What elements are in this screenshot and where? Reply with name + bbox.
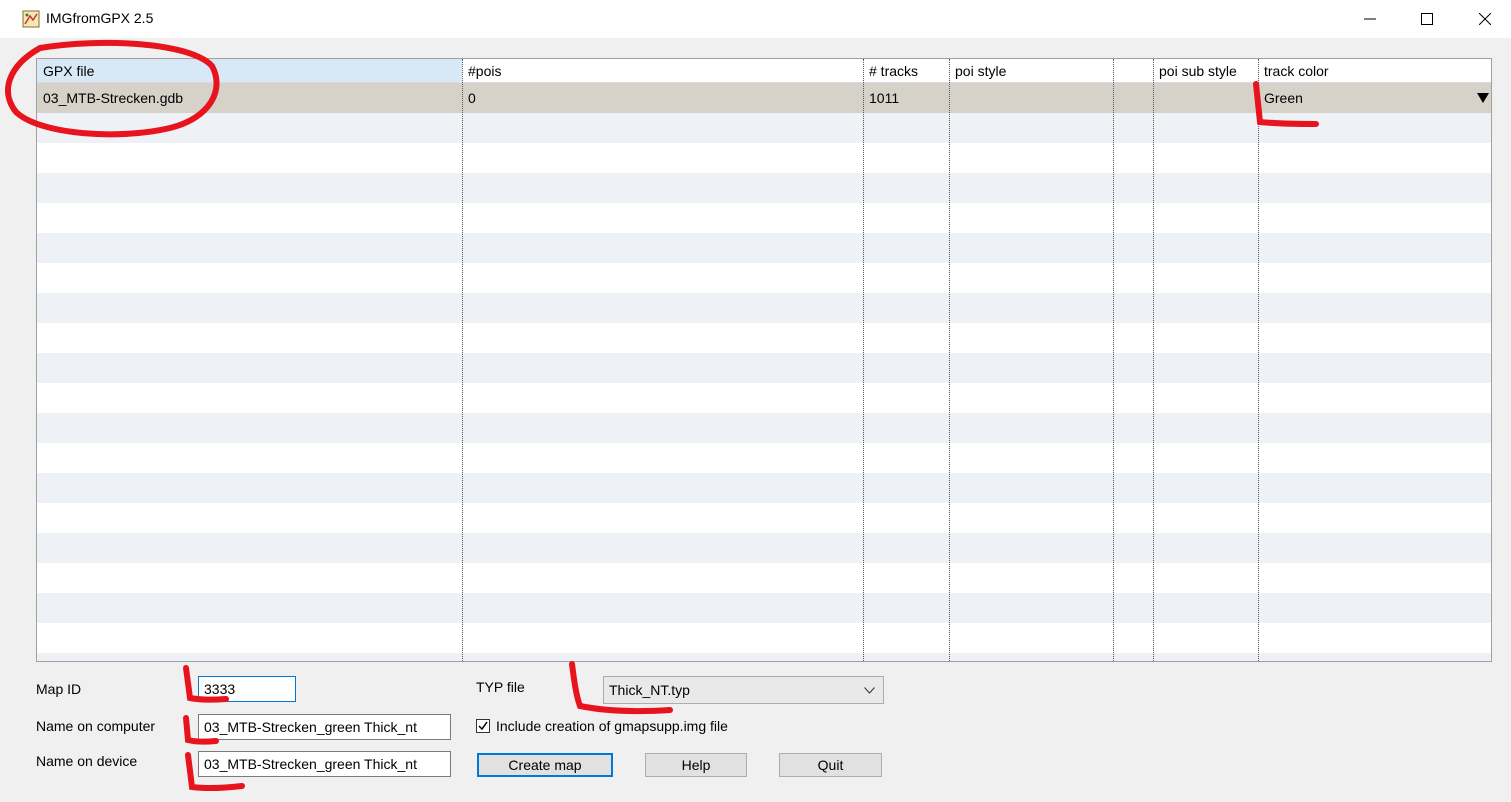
empty-row — [37, 263, 1491, 293]
name-on-device-input[interactable]: 03_MTB-Strecken_green Thick_nt — [198, 751, 451, 777]
column-separator — [863, 59, 864, 661]
empty-row — [37, 593, 1491, 623]
empty-row — [37, 173, 1491, 203]
column-separator — [1113, 59, 1114, 661]
empty-row — [37, 623, 1491, 653]
empty-row — [37, 413, 1491, 443]
empty-row — [37, 503, 1491, 533]
window-title: IMGfromGPX 2.5 — [46, 10, 154, 26]
checkmark-icon — [478, 721, 488, 731]
quit-button[interactable]: Quit — [779, 753, 882, 777]
app-icon — [22, 10, 40, 28]
cell-poi-sub-style[interactable] — [1153, 83, 1258, 113]
column-separator — [1258, 59, 1259, 661]
cell-track-color[interactable]: Green — [1258, 83, 1458, 113]
typ-file-value: Thick_NT.typ — [609, 682, 690, 698]
column-header-poi-style[interactable]: poi style — [949, 59, 1113, 83]
column-header-tracks[interactable]: # tracks — [863, 59, 949, 83]
gpx-file-grid[interactable]: GPX file #pois # tracks poi style poi su… — [36, 58, 1492, 662]
empty-row — [37, 353, 1491, 383]
close-icon — [1479, 13, 1491, 25]
include-gmapsupp-label[interactable]: Include creation of gmapsupp.img file — [496, 718, 728, 734]
maximize-button[interactable] — [1398, 0, 1456, 38]
empty-row — [37, 563, 1491, 593]
cell-poi-style[interactable] — [949, 83, 1113, 113]
column-header-pois[interactable]: #pois — [462, 59, 863, 83]
typ-file-select[interactable]: Thick_NT.typ — [603, 676, 884, 704]
title-bar: IMGfromGPX 2.5 — [0, 0, 1511, 38]
map-id-label: Map ID — [36, 681, 82, 697]
empty-row — [37, 533, 1491, 563]
close-button[interactable] — [1456, 0, 1511, 38]
typ-file-label: TYP file — [476, 679, 525, 695]
create-map-button[interactable]: Create map — [477, 753, 613, 777]
empty-row — [37, 473, 1491, 503]
empty-row — [37, 323, 1491, 353]
cell-pois[interactable]: 0 — [462, 83, 863, 113]
dropdown-arrow-icon[interactable] — [1477, 93, 1489, 103]
empty-row — [37, 113, 1491, 143]
table-row[interactable]: 03_MTB-Strecken.gdb 0 1011 Green — [37, 83, 1491, 113]
minimize-icon — [1364, 18, 1376, 20]
column-separator — [1153, 59, 1154, 661]
empty-row — [37, 143, 1491, 173]
column-header-poi-sub-style[interactable]: poi sub style — [1153, 59, 1258, 83]
name-on-computer-label: Name on computer — [36, 718, 156, 734]
empty-row — [37, 293, 1491, 323]
include-gmapsupp-checkbox[interactable] — [476, 719, 490, 733]
cell-extra[interactable] — [1113, 83, 1153, 113]
empty-row — [37, 233, 1491, 263]
name-on-device-label: Name on device — [36, 753, 138, 769]
cell-tracks[interactable]: 1011 — [863, 83, 949, 113]
empty-row — [37, 443, 1491, 473]
empty-row — [37, 653, 1491, 661]
chevron-down-icon — [864, 687, 875, 694]
column-header-extra[interactable] — [1113, 59, 1153, 83]
help-button[interactable]: Help — [645, 753, 747, 777]
column-header-track-color[interactable]: track color — [1258, 59, 1491, 83]
minimize-button[interactable] — [1341, 0, 1399, 38]
map-id-input[interactable]: 3333 — [198, 676, 296, 702]
empty-row — [37, 383, 1491, 413]
column-separator — [462, 59, 463, 661]
empty-row — [37, 203, 1491, 233]
name-on-computer-input[interactable]: 03_MTB-Strecken_green Thick_nt — [198, 714, 451, 740]
maximize-icon — [1421, 13, 1433, 25]
column-separator — [949, 59, 950, 661]
cell-gpx-file[interactable]: 03_MTB-Strecken.gdb — [37, 83, 462, 113]
column-header-gpx-file[interactable]: GPX file — [37, 59, 462, 83]
